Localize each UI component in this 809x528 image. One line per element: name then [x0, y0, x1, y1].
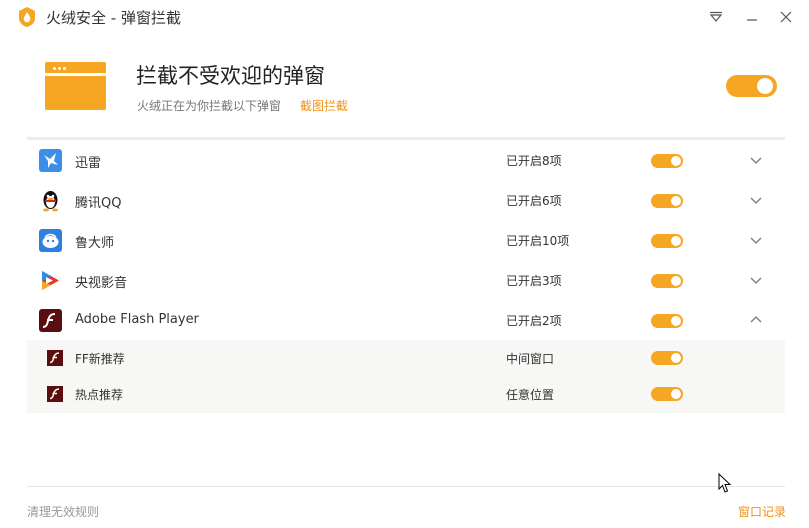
menu-dropdown-button[interactable] — [705, 6, 727, 28]
menu-dropdown-icon — [709, 11, 723, 22]
screenshot-block-link[interactable]: 截图拦截 — [300, 97, 348, 114]
minimize-button[interactable] — [741, 6, 763, 28]
app-row-qq[interactable]: 腾讯QQ 已开启6项 — [27, 180, 785, 220]
footer-divider — [27, 486, 785, 487]
close-icon — [780, 11, 792, 23]
app-name: 央视影音 — [75, 276, 128, 291]
app-row-flash[interactable]: Adobe Flash Player 已开启2项 — [27, 300, 785, 340]
window-title: 火绒安全 - 弹窗拦截 — [46, 9, 181, 27]
flash-icon — [39, 309, 62, 332]
chevron-down-icon[interactable] — [749, 273, 763, 287]
flash-item-name: 热点推荐 — [75, 388, 124, 402]
chevron-down-icon[interactable] — [749, 193, 763, 207]
cbox-icon — [39, 269, 62, 292]
close-button[interactable] — [775, 6, 797, 28]
app-name: 鲁大师 — [75, 236, 115, 251]
app-status: 已开启6项 — [506, 194, 562, 208]
app-status: 已开启2项 — [506, 314, 562, 328]
app-toggle[interactable] — [651, 154, 683, 168]
window-records-link[interactable]: 窗口记录 — [738, 503, 786, 520]
app-status: 已开启8项 — [506, 154, 562, 168]
app-status: 已开启10项 — [506, 234, 570, 248]
flash-item-position: 任意位置 — [506, 388, 555, 402]
flash-item-position: 中间窗口 — [506, 352, 555, 366]
popup-window-icon — [45, 62, 106, 110]
huorong-flame-logo-icon — [19, 7, 35, 27]
app-row-ludashi[interactable]: 鲁大师 已开启10项 — [27, 220, 785, 260]
app-name: Adobe Flash Player — [75, 312, 199, 327]
flash-item-row[interactable]: 热点推荐 任意位置 — [27, 376, 785, 412]
page-title: 拦截不受欢迎的弹窗 — [136, 64, 325, 88]
flash-item-toggle[interactable] — [651, 387, 683, 401]
app-name: 腾讯QQ — [75, 196, 122, 211]
clear-invalid-rules-link[interactable]: 清理无效规则 — [27, 503, 99, 520]
xunlei-icon — [39, 149, 62, 172]
title-bar: 火绒安全 - 弹窗拦截 — [0, 0, 809, 34]
flash-icon — [47, 350, 63, 366]
app-toggle[interactable] — [651, 194, 683, 208]
flash-item-toggle[interactable] — [651, 351, 683, 365]
app-toggle[interactable] — [651, 314, 683, 328]
mouse-cursor-icon — [718, 473, 732, 493]
master-toggle[interactable] — [726, 75, 777, 97]
chevron-down-icon[interactable] — [749, 233, 763, 247]
app-row-cbox[interactable]: 央视影音 已开启3项 — [27, 260, 785, 300]
flash-item-row[interactable]: FF新推荐 中间窗口 — [27, 340, 785, 376]
chevron-down-icon[interactable] — [749, 153, 763, 167]
flash-item-name: FF新推荐 — [75, 352, 125, 366]
app-toggle[interactable] — [651, 234, 683, 248]
qq-penguin-icon — [39, 189, 62, 212]
chevron-up-icon[interactable] — [749, 313, 763, 327]
page-subtitle: 火绒正在为你拦截以下弹窗 — [137, 99, 282, 113]
app-status: 已开启3项 — [506, 274, 562, 288]
app-row-xunlei[interactable]: 迅雷 已开启8项 — [27, 140, 785, 180]
app-list: 迅雷 已开启8项 腾讯QQ 已开启6项 鲁大师 已开启10项 央视影音 已开启3… — [27, 140, 785, 412]
app-toggle[interactable] — [651, 274, 683, 288]
flash-icon — [47, 386, 63, 402]
app-name: 迅雷 — [75, 156, 102, 171]
minimize-icon — [747, 19, 757, 21]
ludashi-icon — [39, 229, 62, 252]
